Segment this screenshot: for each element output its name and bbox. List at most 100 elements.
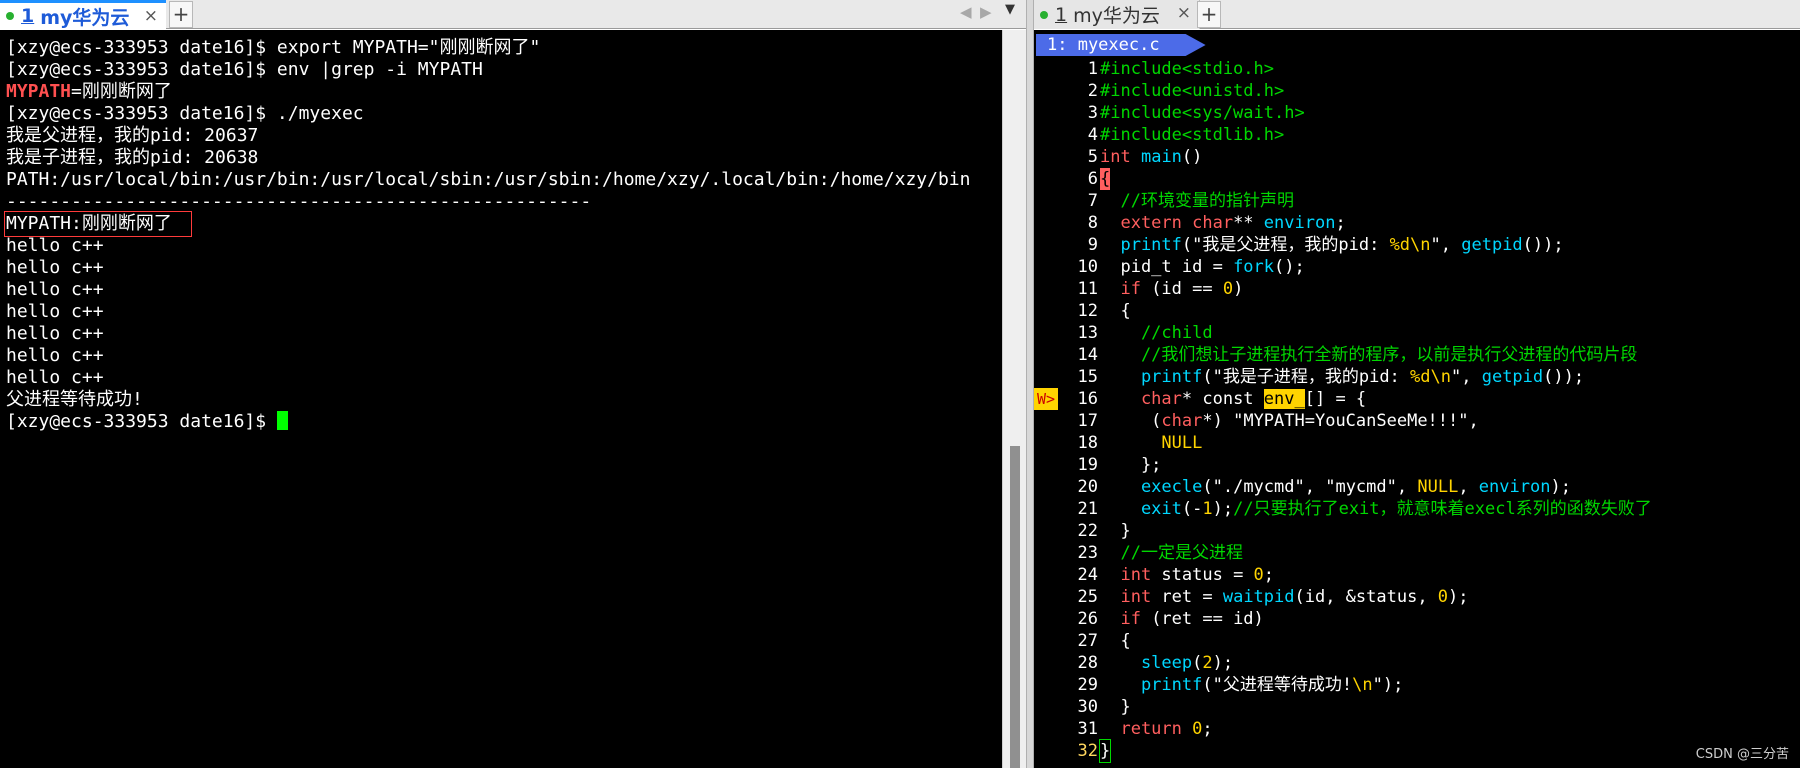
code-line: 23 //一定是父进程 (1034, 542, 1800, 564)
line-number: 17 (1077, 411, 1098, 431)
code-line-current: 32} (1034, 739, 1800, 763)
line-number: 11 (1077, 279, 1098, 299)
tab-list-dropdown-icon[interactable]: ▼ (1005, 2, 1015, 17)
env-value: =刚刚断网了 (71, 81, 172, 102)
tab-scroll-left-icon[interactable]: ◀ (960, 3, 972, 21)
scrollbar-thumb[interactable] (1010, 446, 1020, 768)
terminal-line: hello c++ (6, 279, 104, 300)
code-text: #include<sys/wait.h> (1100, 103, 1305, 123)
code-line: 29 printf("父进程等待成功!\n"); (1034, 674, 1800, 696)
code-comment: //child (1100, 323, 1213, 343)
line-number: 8 (1087, 213, 1098, 233)
code-text: sleep(2); (1100, 653, 1234, 673)
close-tab-icon[interactable]: × (1177, 3, 1191, 23)
line-number: 19 (1077, 455, 1098, 475)
code-line: 15 printf("我是子进程，我的pid: %d\n", getpid())… (1034, 366, 1800, 388)
code-line: 31 return 0; (1034, 718, 1800, 740)
line-number: 9 (1087, 235, 1098, 255)
code-line: 11 if (id == 0) (1034, 278, 1800, 300)
line-number: 22 (1077, 521, 1098, 541)
code-text: #include<unistd.h> (1100, 81, 1285, 101)
code-text: NULL (1100, 433, 1203, 453)
terminal-cursor (276, 411, 288, 430)
line-number: 6 (1087, 169, 1098, 189)
vim-editor[interactable]: 1: myexec.c 1 #include<stdio.h> 2 #include… (1034, 30, 1800, 768)
code-text: pid_t id = fork(); (1100, 257, 1305, 277)
left-tab-bar: 1 my华为云 × + ◀ ▶ ▼ (0, 0, 1026, 29)
code-comment: //我们想让子进程执行全新的程序，以前是执行父进程的代码片段 (1100, 345, 1638, 365)
code-line: 19 }; (1034, 454, 1800, 476)
line-number: 16 (1077, 389, 1098, 409)
pane-splitter[interactable] (1026, 0, 1034, 768)
right-tab-bar: 1 my华为云 × + (1034, 0, 1800, 29)
search-highlight: env_ (1263, 389, 1305, 409)
code-line: 1 #include<stdio.h> (1034, 58, 1800, 80)
terminal-line: 父进程等待成功! (6, 389, 143, 410)
right-session-pane: 1 my华为云 × + 1: myexec.c 1 #include<stdio.… (1034, 0, 1800, 768)
line-number: 31 (1077, 719, 1098, 739)
line-number: 2 (1087, 81, 1098, 101)
code-line: 7 //环境变量的指针声明 (1034, 190, 1800, 212)
tab-title: my华为云 (40, 6, 130, 29)
cursor-brace: } (1098, 739, 1112, 763)
code-comment: //环境变量的指针声明 (1100, 191, 1294, 211)
terminal-line: [xzy@ecs-333953 date16]$ export MYPATH="… (6, 37, 541, 58)
line-number: 29 (1077, 675, 1098, 695)
highlighted-output-box: MYPATH:刚刚断网了 (4, 211, 192, 237)
terminal-line: 我是父进程，我的pid: 20637 (6, 125, 259, 146)
terminal-scrollbar[interactable] (1002, 30, 1026, 768)
code-line: 14 //我们想让子进程执行全新的程序，以前是执行父进程的代码片段 (1034, 344, 1800, 366)
new-tab-button[interactable]: + (1197, 1, 1221, 28)
code-area[interactable]: 1 #include<stdio.h> 2 #include<unistd.h> 3… (1034, 58, 1800, 763)
code-text: printf("父进程等待成功!\n"); (1100, 675, 1404, 695)
code-text: exit(-1);//只要执行了exit，就意味着execl系列的函数失败了 (1100, 499, 1652, 519)
code-text: int status = 0; (1100, 565, 1275, 585)
code-line: 27 { (1034, 630, 1800, 652)
code-line: 21 exit(-1);//只要执行了exit，就意味着execl系列的函数失败… (1034, 498, 1800, 520)
line-number: 10 (1077, 257, 1098, 277)
code-line: 12 { (1034, 300, 1800, 322)
code-line: 25 int ret = waitpid(id, &status, 0); (1034, 586, 1800, 608)
terminal-line: hello c++ (6, 323, 104, 344)
line-number: 4 (1087, 125, 1098, 145)
code-line: 3 #include<sys/wait.h> (1034, 102, 1800, 124)
close-tab-icon[interactable]: × (144, 6, 158, 26)
code-line: 6{ (1034, 168, 1800, 190)
code-text: execle("./mycmd", "mycmd", NULL, environ… (1100, 477, 1571, 497)
code-line: 9 printf("我是父进程，我的pid: %d\n", getpid()); (1034, 234, 1800, 256)
terminal-line: hello c++ (6, 301, 104, 322)
code-line: 30 } (1034, 696, 1800, 718)
vim-file-tab[interactable]: 1: myexec.c (1036, 34, 1206, 56)
vim-tabline: 1: myexec.c (1034, 30, 1800, 57)
terminal-line: ----------------------------------------… (6, 191, 592, 212)
terminal-output[interactable]: [xzy@ecs-333953 date16]$ export MYPATH="… (0, 30, 1002, 768)
line-number: 26 (1077, 609, 1098, 629)
code-text: }; (1100, 455, 1162, 475)
code-line: 22 } (1034, 520, 1800, 542)
line-number: 3 (1087, 103, 1098, 123)
terminal-line: hello c++ (6, 257, 104, 278)
new-tab-button[interactable]: + (169, 1, 193, 28)
tab-number: 1 (21, 5, 35, 27)
code-line: 18 NULL (1034, 432, 1800, 454)
code-text: int main() (1100, 147, 1203, 167)
tab-scroll-right-icon[interactable]: ▶ (980, 3, 992, 21)
terminal-line: 我是子进程，我的pid: 20638 (6, 147, 259, 168)
code-text: } (1100, 521, 1131, 541)
code-line: 4 #include<stdlib.h> (1034, 124, 1800, 146)
terminal-line: hello c++ (6, 345, 104, 366)
terminal-line: hello c++ (6, 367, 104, 388)
session-tab-left[interactable]: 1 my华为云 × (0, 0, 166, 29)
grep-match-highlight: MYPATH (6, 81, 72, 102)
code-comment: //一定是父进程 (1100, 543, 1243, 563)
code-line: 24 int status = 0; (1034, 564, 1800, 586)
code-text: if (ret == id) (1100, 609, 1264, 629)
code-line: 13 //child (1034, 322, 1800, 344)
line-number: 7 (1087, 191, 1098, 211)
session-tab-right[interactable]: 1 my华为云 × (1034, 0, 1200, 29)
line-number: 1 (1087, 59, 1098, 79)
line-number: 21 (1077, 499, 1098, 519)
code-line: 8 extern char** environ; (1034, 212, 1800, 234)
warning-sign-icon[interactable]: W> (1034, 388, 1058, 410)
line-number: 20 (1077, 477, 1098, 497)
